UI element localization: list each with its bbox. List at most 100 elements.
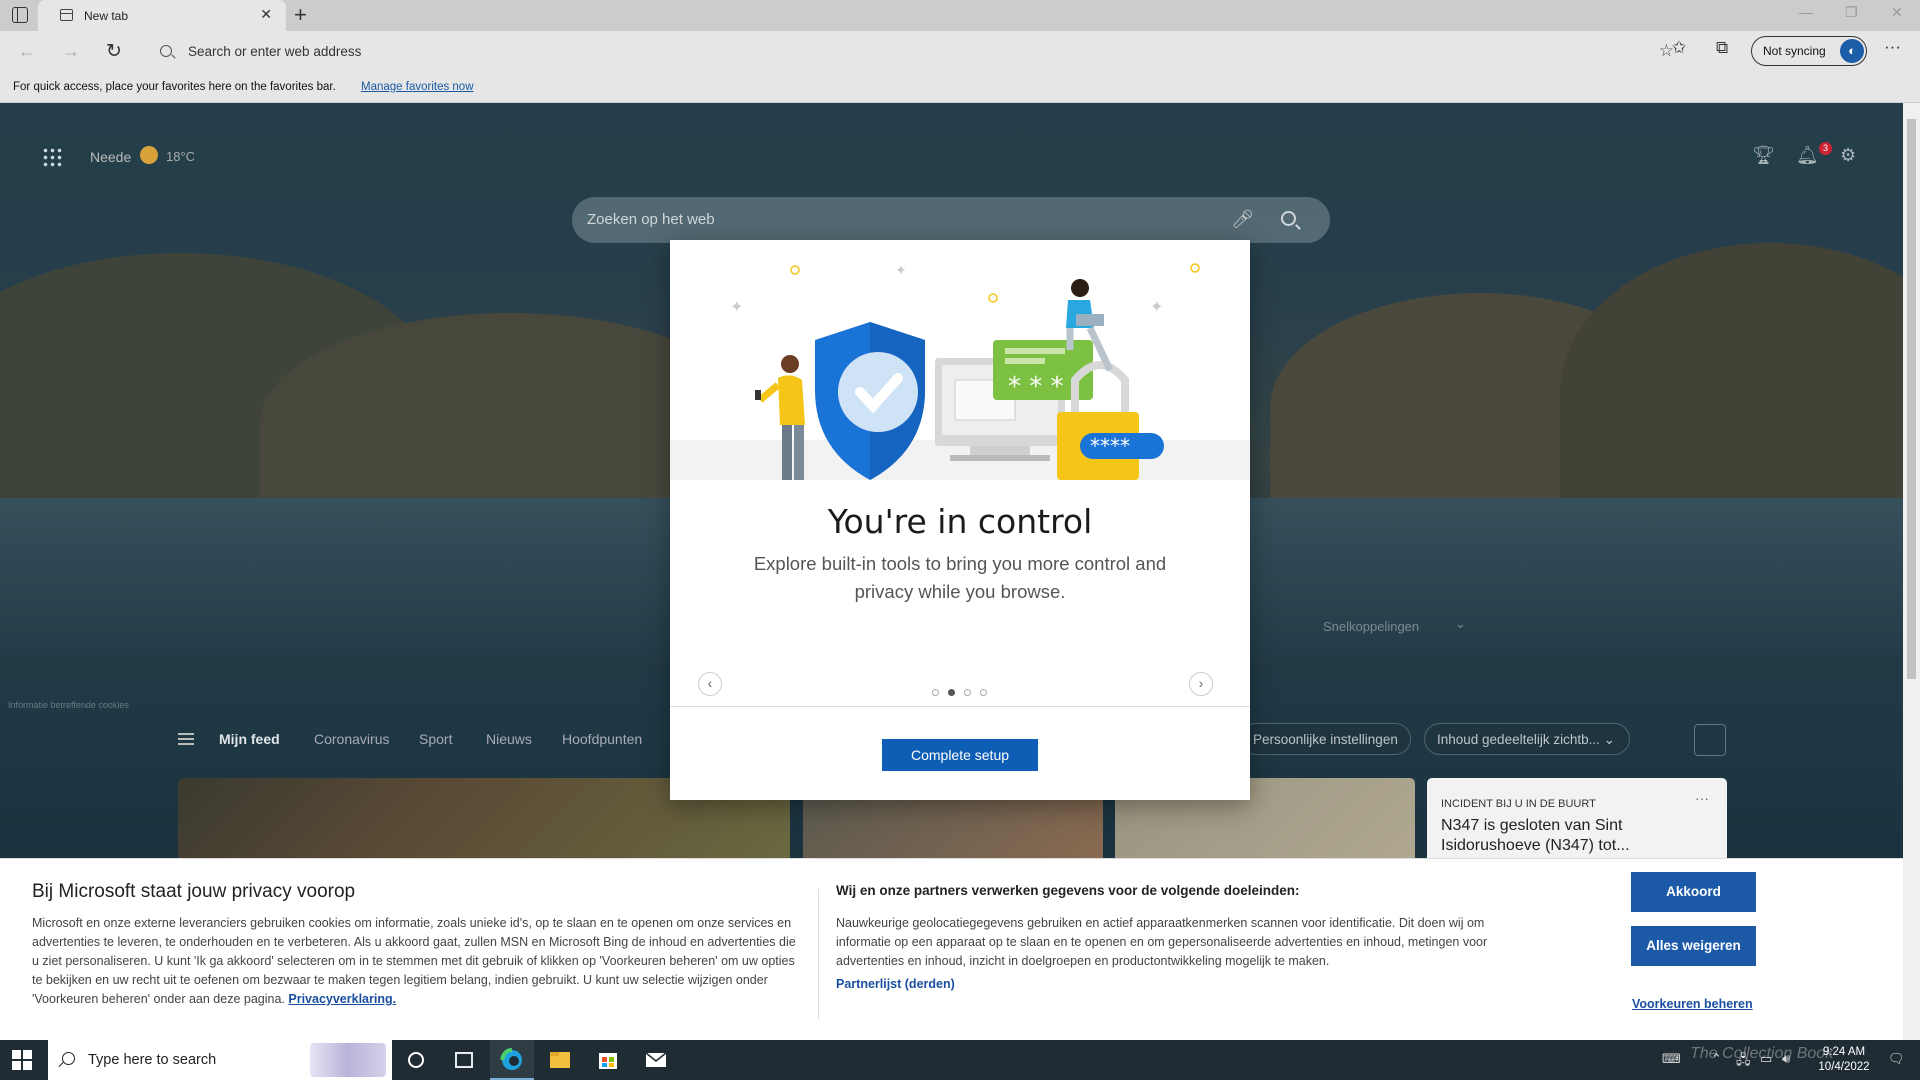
svg-text:* * *: * * *	[1008, 372, 1064, 402]
page-scrollbar[interactable]	[1903, 103, 1920, 1040]
privacy-illustration: ✦ ✦ ✦ * * * ****	[670, 240, 1250, 480]
search-icon[interactable]	[1281, 211, 1296, 226]
notification-center-icon[interactable]: 🗨︎	[1888, 1051, 1905, 1067]
feed-tab-sport[interactable]: Sport	[419, 731, 452, 747]
profile-avatar: ◐	[1840, 39, 1864, 63]
carousel-prev-button[interactable]: ‹	[698, 672, 722, 696]
dialog-description: Explore built-in tools to bring you more…	[753, 553, 1167, 602]
list-view-icon[interactable]	[1694, 724, 1726, 756]
profile-sync-button[interactable]: Not syncing ◐	[1751, 36, 1867, 66]
search-icon	[62, 1052, 75, 1065]
favorites-icon[interactable]: ✩	[1672, 38, 1686, 58]
address-bar-row: ← → ↻ Search or enter web address ☆ ✩ ⧉ …	[0, 31, 1920, 72]
close-window-button[interactable]: ✕	[1891, 4, 1903, 21]
tab-new-tab[interactable]: New tab ✕	[38, 0, 286, 31]
personal-settings-button[interactable]: Persoonlijke instellingen	[1240, 723, 1411, 755]
keyboard-layout-icon[interactable]: ⌨	[1662, 1051, 1681, 1067]
carousel-next-button[interactable]: ›	[1189, 672, 1213, 696]
cookie-banner-text: Microsoft en onze externe leveranciers g…	[32, 914, 802, 1009]
address-input[interactable]: Search or enter web address ☆	[140, 36, 1688, 67]
feed-tab-nieuws[interactable]: Nieuws	[486, 731, 532, 747]
title-bar: New tab ✕ + — ❐ ✕	[0, 0, 1920, 31]
windows-taskbar: Type here to search ⌨ ⌃ 🖧︎ ▭ 🔊︎ The Coll…	[0, 1040, 1920, 1080]
close-tab-icon[interactable]: ✕	[260, 6, 272, 23]
privacy-illustration-svg: ✦ ✦ ✦ * * * ****	[670, 240, 1250, 480]
cookie-consent-banner: Bij Microsoft staat jouw privacy voorop …	[0, 858, 1920, 1040]
web-search-placeholder: Zoeken op het web	[587, 211, 715, 228]
complete-setup-button[interactable]: Complete setup	[882, 739, 1038, 771]
partner-list-link[interactable]: Partnerlijst (derden)	[836, 977, 955, 991]
cookie-divider	[818, 889, 819, 1019]
svg-text:✦: ✦	[1150, 299, 1163, 316]
forward-button[interactable]: →	[62, 41, 80, 62]
edge-browser-icon[interactable]	[490, 1040, 534, 1080]
dialog-title: You're in control	[827, 502, 1093, 541]
svg-text:✦: ✦	[895, 262, 907, 278]
rewards-trophy-icon[interactable]: 🏆︎	[1752, 145, 1775, 166]
cortana-icon[interactable]	[394, 1040, 438, 1080]
carousel-indicator	[932, 689, 992, 697]
weather-location[interactable]: Neede	[90, 149, 131, 165]
carousel-dot[interactable]	[980, 689, 987, 696]
microsoft-store-icon[interactable]	[586, 1040, 630, 1080]
refresh-button[interactable]: ↻	[106, 40, 122, 63]
tab-actions-icon[interactable]	[12, 7, 28, 23]
purposes-title: Wij en onze partners verwerken gegevens …	[836, 883, 1300, 898]
svg-text:✦: ✦	[730, 299, 743, 316]
reject-all-button[interactable]: Alles weigeren	[1631, 926, 1756, 966]
feed-menu-icon[interactable]	[178, 733, 194, 745]
back-button[interactable]: ←	[18, 41, 36, 62]
sync-label: Not syncing	[1763, 44, 1826, 58]
page-settings-gear-icon[interactable]: ⚙	[1840, 145, 1856, 166]
minimize-button[interactable]: —	[1799, 4, 1813, 20]
collections-icon[interactable]: ⧉	[1716, 38, 1728, 58]
notifications-bell-icon[interactable]: 🔔︎	[1796, 145, 1819, 166]
web-search-input[interactable]: Zoeken op het web 🎤︎	[572, 197, 1330, 243]
feed-tab-coronavirus[interactable]: Coronavirus	[314, 731, 389, 747]
weather-partly-cloudy-icon	[140, 146, 158, 164]
windows-start-icon[interactable]	[12, 1050, 32, 1070]
notification-badge: 3	[1819, 142, 1832, 155]
system-clock[interactable]: 9:24 AM 10/4/2022	[1804, 1045, 1884, 1075]
task-view-icon[interactable]	[442, 1040, 486, 1080]
microphone-icon[interactable]: 🎤︎	[1231, 209, 1254, 230]
tab-page-icon	[60, 9, 73, 21]
carousel-dot[interactable]	[964, 689, 971, 696]
privacy-statement-link[interactable]: Privacyverklaring.	[288, 992, 396, 1006]
taskbar-search-placeholder: Type here to search	[88, 1052, 217, 1068]
dialog-divider	[670, 706, 1250, 707]
apps-launcher-icon[interactable]	[42, 147, 62, 167]
news-card-incident[interactable]: INCIDENT BIJ U IN DE BUURT N347 is geslo…	[1427, 778, 1727, 868]
mail-icon[interactable]	[634, 1040, 678, 1080]
cookie-info-link[interactable]: Informatie betreffende cookies	[8, 700, 129, 710]
news-card-category: INCIDENT BIJ U IN DE BUURT	[1441, 798, 1596, 810]
feed-tab-hoofdpunten[interactable]: Hoofdpunten	[562, 731, 642, 747]
more-options-icon[interactable]: ···	[1695, 790, 1709, 806]
grid-view-icon[interactable]	[1656, 724, 1688, 756]
setup-dialog: ✦ ✦ ✦ * * * **** You're in control Explo…	[670, 240, 1250, 800]
new-tab-button[interactable]: +	[294, 2, 307, 28]
content-visibility-dropdown[interactable]: Inhoud gedeeltelijk zichtb... ⌄	[1424, 723, 1630, 755]
manage-preferences-link[interactable]: Voorkeuren beheren	[1632, 997, 1753, 1011]
chevron-down-icon[interactable]: ⌄	[1455, 616, 1466, 632]
carousel-dot-active[interactable]	[948, 689, 955, 696]
accept-cookies-button[interactable]: Akkoord	[1631, 872, 1756, 912]
carousel-dot[interactable]	[932, 689, 939, 696]
taskbar-search-input[interactable]: Type here to search	[48, 1040, 392, 1080]
cookie-banner-title: Bij Microsoft staat jouw privacy voorop	[32, 881, 356, 902]
manage-favorites-link[interactable]: Manage favorites now	[361, 81, 474, 93]
feed-tab-mijn-feed[interactable]: Mijn feed	[219, 731, 280, 747]
favorites-bar: For quick access, place your favorites h…	[0, 72, 1920, 103]
search-highlight-image[interactable]	[310, 1043, 386, 1077]
weather-temperature[interactable]: 18°C	[166, 149, 195, 164]
file-explorer-icon[interactable]	[538, 1040, 582, 1080]
scrollbar-thumb[interactable]	[1907, 119, 1916, 679]
search-icon	[160, 45, 172, 57]
news-card-title: N347 is gesloten van Sint Isidorushoeve …	[1441, 817, 1630, 854]
clock-time: 9:24 AM	[1822, 1046, 1866, 1058]
purposes-text: Nauwkeurige geolocatiegegevens gebruiken…	[836, 916, 1488, 968]
quick-links-toggle[interactable]: Snelkoppelingen	[1323, 619, 1419, 634]
more-menu-icon[interactable]: ···	[1884, 37, 1901, 57]
maximize-button[interactable]: ❐	[1845, 4, 1858, 21]
tab-title: New tab	[84, 9, 129, 23]
